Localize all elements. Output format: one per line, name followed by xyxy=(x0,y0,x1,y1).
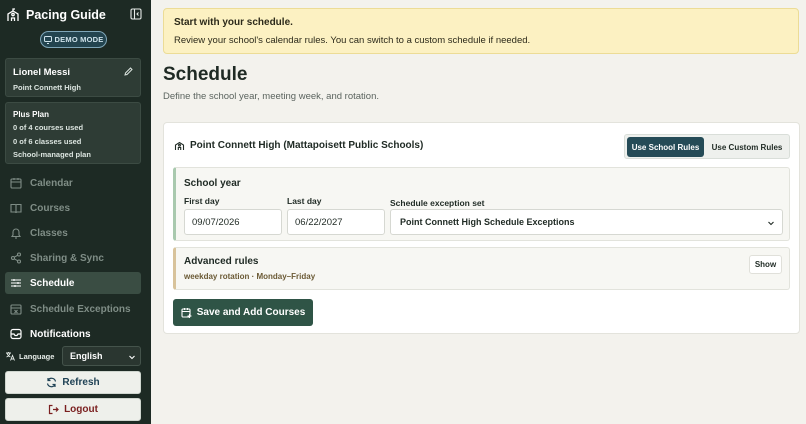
plan-management: School-managed plan xyxy=(13,150,91,160)
chevron-down-icon xyxy=(767,219,775,227)
page-subtitle: Define the school year, meeting week, an… xyxy=(163,91,379,102)
sidebar-item-label: Schedule xyxy=(30,277,75,289)
sidebar-item-label: Schedule Exceptions xyxy=(30,303,131,315)
sidebar-item-classes[interactable]: Classes xyxy=(5,222,141,244)
sidebar-item-schedule[interactable]: Schedule xyxy=(5,272,141,294)
exception-set-label: Schedule exception set xyxy=(390,198,485,208)
notice-title: Start with your schedule. xyxy=(174,17,293,28)
user-school: Point Connett High xyxy=(13,83,81,92)
advanced-rules-summary: weekday rotation · Monday–Friday xyxy=(184,272,316,281)
language-select[interactable]: English xyxy=(62,346,141,366)
language-label: Language xyxy=(19,351,55,361)
schedule-panel: Point Connett High (Mattapoisett Public … xyxy=(163,122,800,334)
exception-set-select[interactable]: Point Connett High Schedule Exceptions xyxy=(390,209,783,235)
show-advanced-button[interactable]: Show xyxy=(749,255,782,274)
sidebar-item-label: Calendar xyxy=(30,177,73,189)
sidebar-item-sharing-sync[interactable]: Sharing & Sync xyxy=(5,247,141,269)
brand: Pacing Guide xyxy=(6,6,146,24)
translate-icon xyxy=(5,351,15,361)
inbox-icon xyxy=(10,328,22,340)
school-icon xyxy=(174,140,185,151)
edit-profile-icon[interactable] xyxy=(124,67,133,76)
sidebar-item-label: Courses xyxy=(30,202,71,214)
save-and-add-courses-button[interactable]: Save and Add Courses xyxy=(173,299,313,326)
sidebar-item-courses[interactable]: Courses xyxy=(5,197,141,219)
refresh-label: Refresh xyxy=(62,377,100,388)
sidebar-item-notifications[interactable]: Notifications xyxy=(5,323,141,345)
plan-card: Plus Plan 0 of 4 courses used 0 of 6 cla… xyxy=(5,102,141,164)
advanced-rules-section: Advanced rules weekday rotation · Monday… xyxy=(173,247,790,290)
monitor-icon xyxy=(43,35,52,44)
sidebar-item-label: Classes xyxy=(30,227,68,239)
rules-mode-toggle: Use School Rules Use Custom Rules xyxy=(624,134,790,159)
courses-used: 0 of 4 courses used xyxy=(13,123,84,133)
advanced-rules-title: Advanced rules xyxy=(184,256,259,267)
demo-mode-label: DEMO MODE xyxy=(54,35,104,44)
calendar-icon xyxy=(10,177,22,189)
refresh-icon xyxy=(46,377,57,388)
sidebar: Pacing Guide DEMO MODE Lionel Messi Poin… xyxy=(0,0,151,424)
user-card: Lionel Messi Point Connett High xyxy=(5,58,141,97)
school-year-title: School year xyxy=(184,178,241,189)
collapse-sidebar-icon[interactable] xyxy=(130,8,142,20)
school-year-section: School year First day 09/07/2026 Last da… xyxy=(173,167,790,241)
calendar-plus-icon xyxy=(181,307,192,318)
sidebar-item-calendar[interactable]: Calendar xyxy=(5,172,141,194)
school-header: Point Connett High (Mattapoisett Public … xyxy=(174,140,423,151)
language-row: Language English xyxy=(5,346,141,366)
plan-title: Plus Plan xyxy=(13,110,50,119)
logout-button[interactable]: Logout xyxy=(5,398,141,421)
use-custom-rules-button[interactable]: Use Custom Rules xyxy=(707,137,787,157)
sidebar-item-label: Sharing & Sync xyxy=(30,252,104,264)
bell-icon xyxy=(10,227,22,239)
chevron-down-icon xyxy=(128,353,136,361)
user-name: Lionel Messi xyxy=(13,67,71,78)
notice-body: Review your school's calendar rules. You… xyxy=(174,35,531,46)
save-button-label: Save and Add Courses xyxy=(196,307,306,318)
onboarding-notice: Start with your schedule. Review your sc… xyxy=(163,8,799,54)
sidebar-item-schedule-exceptions[interactable]: Schedule Exceptions xyxy=(5,298,141,320)
sliders-icon xyxy=(10,277,22,289)
logout-icon xyxy=(48,404,59,415)
classes-used: 0 of 6 classes used xyxy=(13,136,82,146)
calendar-x-icon xyxy=(10,303,22,315)
first-day-field[interactable]: 09/07/2026 xyxy=(184,209,282,235)
last-day-field[interactable]: 06/22/2027 xyxy=(287,209,385,235)
exception-set-value: Point Connett High Schedule Exceptions xyxy=(400,217,575,227)
use-school-rules-button[interactable]: Use School Rules xyxy=(627,137,704,157)
demo-mode-badge: DEMO MODE xyxy=(40,31,107,48)
first-day-label: First day xyxy=(184,196,220,206)
book-icon xyxy=(10,202,22,214)
last-day-label: Last day xyxy=(287,196,322,206)
language-selected-value: English xyxy=(70,351,103,361)
app-title: Pacing Guide xyxy=(26,8,106,22)
school-name: Point Connett High (Mattapoisett Public … xyxy=(190,140,424,151)
logout-label: Logout xyxy=(64,404,98,415)
page-title: Schedule xyxy=(163,64,248,85)
share-icon xyxy=(10,252,22,264)
refresh-button[interactable]: Refresh xyxy=(5,371,141,394)
school-logo-icon xyxy=(6,8,20,22)
sidebar-item-label: Notifications xyxy=(30,328,91,340)
